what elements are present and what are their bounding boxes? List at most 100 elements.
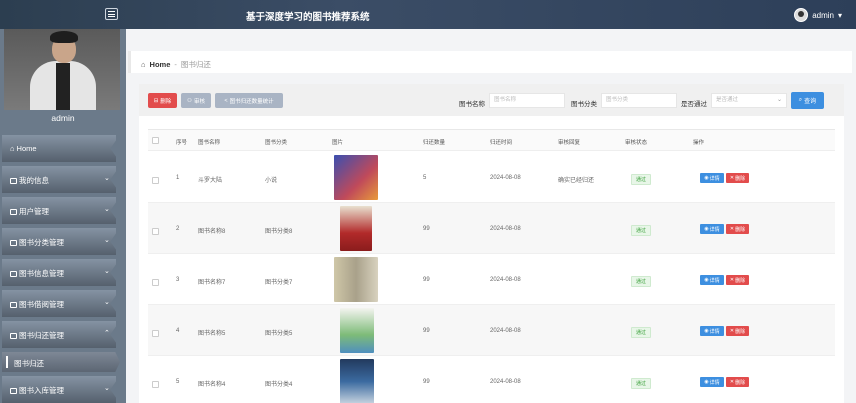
sidebar-item-borrow[interactable]: 图书借阅管理 ⌄ [0, 288, 126, 319]
row-time: 2024-08-08 [490, 175, 521, 181]
row-category: 小说 [265, 178, 278, 184]
close-icon: ✕ [729, 277, 735, 283]
app-title: 基于深度学习的图书推荐系统 [246, 12, 370, 23]
detail-button[interactable]: ◉ 详情 [700, 224, 724, 234]
header-reply[interactable]: 审核回复 [558, 138, 580, 146]
sidebar-item-return[interactable]: 图书归还管理 ⌃ [0, 319, 126, 350]
sidebar-nav: ⌂ Home 我的信息 ⌄ 用户管理 ⌄ 图书分类管理 ⌄ 图书信息管理 ⌄ 图书… [0, 133, 126, 403]
row-checkbox[interactable] [152, 228, 159, 235]
row-index: 3 [176, 277, 180, 283]
row-qty: 99 [423, 379, 430, 385]
row-delete-button[interactable]: ✕ 删除 [726, 275, 749, 285]
row-qty: 99 [423, 277, 430, 283]
row-delete-button[interactable]: ✕ 删除 [726, 326, 749, 336]
table-row: 4 图书名称5 图书分类5 99 2024-08-08 通过 ◉ 详情 ✕ 删除 [148, 305, 835, 356]
detail-button[interactable]: ◉ 详情 [700, 275, 724, 285]
detail-button[interactable]: ◉ 详情 [700, 377, 724, 387]
sidebar-item-label: 图书借阅管理 [19, 300, 64, 309]
book-cover-image [340, 308, 374, 353]
table-row: 3 图书名称7 图书分类7 99 2024-08-08 通过 ◉ 详情 ✕ 删除 [148, 254, 835, 305]
table-row: 5 图书名称4 图书分类4 99 2024-08-08 通过 ◉ 详情 ✕ 删除 [148, 356, 835, 403]
header-name[interactable]: 图书名称 [198, 138, 220, 146]
row-name: 图书名称8 [198, 229, 226, 235]
row-category: 图书分类4 [265, 382, 293, 388]
caret-down-icon: ▾ [837, 10, 842, 20]
avatar [794, 8, 809, 22]
header-image[interactable]: 图片 [332, 138, 343, 146]
delete-button[interactable]: ⊟ 删除 [148, 93, 177, 108]
row-category: 图书分类7 [265, 280, 293, 286]
menu-toggle-icon[interactable] [105, 8, 118, 20]
eye-icon: ◉ [704, 328, 709, 334]
sidebar-item-home[interactable]: ⌂ Home [0, 133, 126, 164]
header-qty[interactable]: 归还数量 [423, 138, 445, 146]
chevron-down-icon: ⌄ [104, 268, 110, 275]
approved-select[interactable]: 是否通过 ⌄ [711, 93, 787, 108]
book-cover-image [340, 359, 374, 403]
row-category: 图书分类5 [265, 331, 293, 337]
detail-button-label: 详情 [709, 277, 720, 284]
chevron-down-icon: ⌄ [776, 97, 782, 103]
header-category[interactable]: 图书分类 [265, 138, 287, 146]
chevron-down-icon: ⌄ [104, 206, 110, 213]
search-button-label: 查询 [804, 99, 817, 105]
chevron-down-icon: ⌄ [104, 175, 110, 182]
approved-select-placeholder: 是否通过 [716, 97, 739, 103]
table-row: 1 斗罗大陆 小说 5 2024-08-08 确实已经归还 通过 ◉ 详情 ✕ 删除 [148, 152, 835, 203]
row-time: 2024-08-08 [490, 379, 521, 385]
row-name: 图书名称5 [198, 331, 226, 337]
row-delete-label: 删除 [735, 226, 746, 233]
header-time[interactable]: 归还时间 [490, 138, 512, 146]
sidebar-item-my-info[interactable]: 我的信息 ⌄ [0, 164, 126, 195]
book-category-input[interactable]: 图书分类 [601, 93, 677, 108]
search-button[interactable]: ⌕ 查询 [791, 92, 824, 109]
sidebar-item-book-info[interactable]: 图书信息管理 ⌄ [0, 257, 126, 288]
sidebar-item-users[interactable]: 用户管理 ⌄ [0, 195, 126, 226]
main-content: ⌂ Home - 图书归还 ⊟ 删除 ⚇ 审核 < 图书归还数量统计 图书名称 图书名… [128, 29, 856, 403]
book-name-input[interactable]: 图书名称 [489, 93, 565, 108]
breadcrumb-separator: - [174, 60, 177, 69]
sidebar-item-stock-in[interactable]: 图书入库管理 ⌄ [0, 374, 126, 403]
header-status[interactable]: 审核状态 [625, 138, 647, 146]
detail-button[interactable]: ◉ 详情 [700, 173, 724, 183]
select-all-checkbox[interactable] [152, 137, 159, 144]
user-menu[interactable]: admin ▾ [794, 8, 842, 22]
detail-button[interactable]: ◉ 详情 [700, 326, 724, 336]
chevron-down-icon: ⌄ [104, 385, 110, 392]
row-delete-label: 删除 [735, 277, 746, 284]
sidebar-item-label: 图书分类管理 [19, 238, 64, 247]
row-delete-button[interactable]: ✕ 删除 [726, 377, 749, 387]
profile-name: admin [51, 113, 75, 123]
status-badge: 通过 [631, 225, 651, 236]
close-icon: ✕ [729, 328, 735, 334]
stats-button[interactable]: < 图书归还数量统计 [215, 93, 283, 108]
sidebar-item-label: 图书归还管理 [19, 331, 64, 340]
row-delete-button[interactable]: ✕ 删除 [726, 224, 749, 234]
chevron-down-icon: ⌄ [104, 237, 110, 244]
detail-button-label: 详情 [709, 379, 720, 386]
row-delete-label: 删除 [735, 175, 746, 182]
row-delete-button[interactable]: ✕ 删除 [726, 173, 749, 183]
folder-icon [10, 332, 17, 339]
sidebar-item-book-category[interactable]: 图书分类管理 ⌄ [0, 226, 126, 257]
book-cover-image [340, 206, 372, 251]
row-checkbox[interactable] [152, 381, 159, 388]
share-icon: < [224, 97, 228, 104]
eye-icon: ◉ [704, 379, 709, 385]
sidebar-item-label: 图书入库管理 [19, 386, 64, 395]
row-checkbox[interactable] [152, 330, 159, 337]
breadcrumb-current: 图书归还 [180, 60, 211, 69]
breadcrumb-home[interactable]: Home [150, 60, 171, 69]
delete-button-label: 删除 [160, 98, 172, 105]
audit-button[interactable]: ⚇ 审核 [181, 93, 211, 108]
book-cover-image [334, 155, 378, 200]
row-index: 2 [176, 226, 180, 232]
filter-label-approved: 是否通过 [681, 101, 707, 108]
sidebar-item-label: 用户管理 [19, 207, 49, 216]
row-checkbox[interactable] [152, 279, 159, 286]
profile-photo [4, 29, 120, 110]
row-checkbox[interactable] [152, 177, 159, 184]
row-qty: 99 [423, 226, 430, 232]
row-time: 2024-08-08 [490, 328, 521, 334]
sidebar-subitem-return[interactable]: 图书归还 [0, 350, 126, 374]
